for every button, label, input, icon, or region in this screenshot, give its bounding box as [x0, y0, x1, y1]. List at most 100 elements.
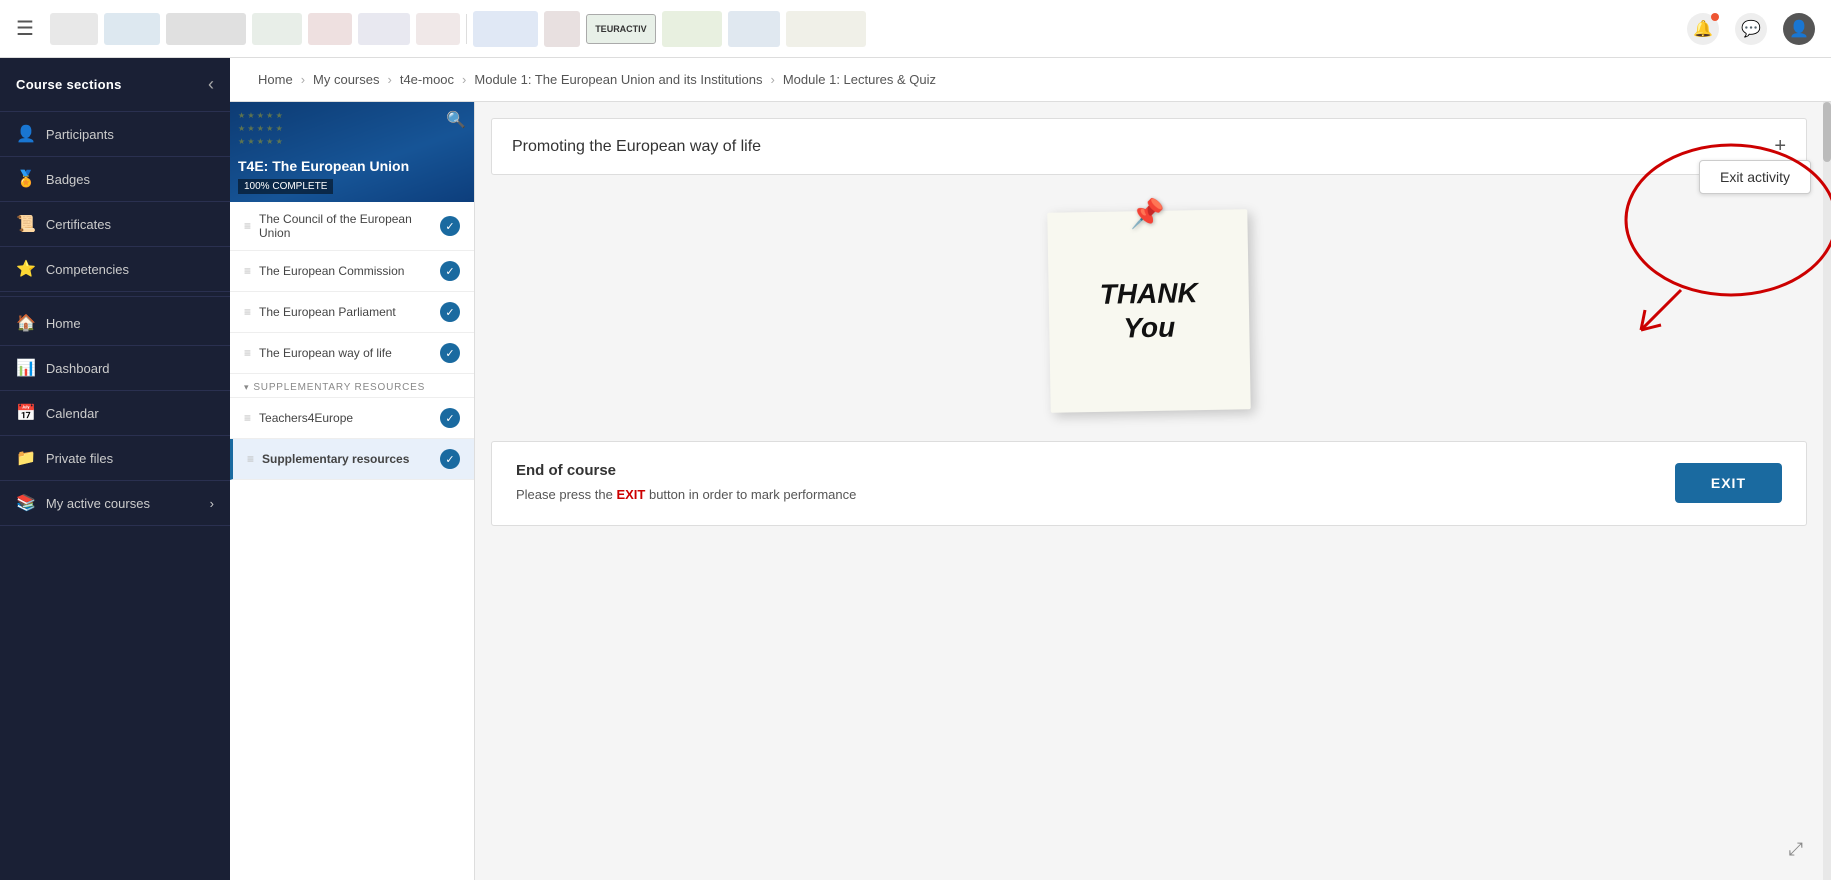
course-item-council-label: The Council of the European Union [259, 212, 432, 240]
supplementary-arrow: ▾ [244, 382, 249, 393]
drag-handle-1: ≡ [244, 219, 251, 233]
sidebar-item-competencies[interactable]: ⭐ Competencies [0, 247, 230, 292]
sidebar-title: Course sections [16, 77, 122, 92]
sidebar-header: Course sections ‹ [0, 58, 230, 112]
sidebar: Course sections ‹ 👤 Participants 🏅 Badge… [0, 58, 230, 880]
check-circle-1: ✓ [440, 216, 460, 236]
logo-learn [662, 11, 722, 47]
check-circle-6: ✓ [440, 449, 460, 469]
sidebar-item-calendar[interactable]: 📅 Calendar [0, 391, 230, 436]
logo-inst [786, 11, 866, 47]
sidebar-item-participants-label: Participants [46, 127, 114, 142]
course-thumbnail: ★ ★ ★ ★ ★★ ★ ★ ★ ★★ ★ ★ ★ ★ T4E: The Eur… [230, 102, 474, 202]
end-of-course-description: Please press the EXIT button in order to… [516, 485, 856, 505]
main-scroll: ★ ★ ★ ★ ★★ ★ ★ ★ ★★ ★ ★ ★ ★ T4E: The Eur… [230, 102, 1831, 880]
sidebar-item-active-courses-label: My active courses [46, 496, 150, 511]
expand-icon[interactable]: ⤢ [1789, 839, 1803, 860]
drag-handle-6: ≡ [247, 452, 254, 466]
sidebar-item-home[interactable]: 🏠 Home [0, 301, 230, 346]
supplementary-header: ▾ SUPPLEMENTARY RESOURCES [230, 374, 474, 398]
thank-you-card-area: 📌 THANKYou [475, 191, 1823, 431]
breadcrumb-module1[interactable]: Module 1: The European Union and its Ins… [466, 72, 770, 87]
course-item-parliament[interactable]: ≡ The European Parliament ✓ [230, 292, 474, 333]
check-circle-4: ✓ [440, 343, 460, 363]
course-title-thumbnail: T4E: The European Union [238, 157, 466, 175]
logo-4 [252, 13, 302, 45]
expand-area: ⤢ [475, 431, 1823, 441]
promoting-plus-btn[interactable]: + [1774, 135, 1786, 158]
supplementary-label-text: SUPPLEMENTARY RESOURCES [253, 382, 425, 393]
course-item-way-of-life[interactable]: ≡ The European way of life ✓ [230, 333, 474, 374]
course-nav-panel: ★ ★ ★ ★ ★★ ★ ★ ★ ★★ ★ ★ ★ ★ T4E: The Eur… [230, 102, 475, 880]
logo-6 [358, 13, 410, 45]
sidebar-item-participants[interactable]: 👤 Participants [0, 112, 230, 157]
end-of-course-prefix: Please press the [516, 487, 616, 502]
drag-handle-5: ≡ [244, 411, 251, 425]
chevron-right-icon: › [210, 496, 214, 511]
active-courses-icon: 📚 [16, 493, 36, 513]
drag-handle-4: ≡ [244, 346, 251, 360]
right-scrollbar-thumb[interactable] [1823, 102, 1831, 162]
exit-word: EXIT [616, 487, 645, 502]
course-thumbnail-overlay: T4E: The European Union 100% COMPLETE [230, 102, 474, 202]
header-actions: 🔔 💬 👤 [1687, 13, 1815, 45]
logo-1 [50, 13, 98, 45]
breadcrumb-my-courses[interactable]: My courses [305, 72, 387, 87]
competencies-icon: ⭐ [16, 259, 36, 279]
menu-icon[interactable]: ☰ [16, 16, 34, 41]
sidebar-item-certificates[interactable]: 📜 Certificates [0, 202, 230, 247]
breadcrumb-t4e-mooc[interactable]: t4e-mooc [392, 72, 462, 87]
course-item-way-of-life-label: The European way of life [259, 346, 432, 360]
sidebar-item-private-files-label: Private files [46, 451, 113, 466]
end-of-course-text: End of course Please press the EXIT butt… [516, 462, 856, 505]
promoting-title: Promoting the European way of life [512, 138, 761, 156]
logo-eu [728, 11, 780, 47]
sidebar-item-badges[interactable]: 🏅 Badges [0, 157, 230, 202]
exit-activity-area: Exit activity [1699, 160, 1811, 194]
breadcrumb-bar: Home › My courses › t4e-mooc › Module 1:… [230, 58, 1831, 102]
check-circle-5: ✓ [440, 408, 460, 428]
course-complete-badge: 100% COMPLETE [238, 179, 333, 194]
exit-button[interactable]: EXIT [1675, 463, 1782, 503]
notification-dot [1711, 13, 1719, 21]
content-area: Home › My courses › t4e-mooc › Module 1:… [230, 58, 1831, 880]
course-item-supplementary-label: Supplementary resources [262, 452, 432, 466]
logo-2 [104, 13, 160, 45]
breadcrumb-home[interactable]: Home [250, 72, 301, 87]
sidebar-item-active-courses-left: 📚 My active courses [16, 493, 150, 513]
drag-handle-3: ≡ [244, 305, 251, 319]
drag-handle-2: ≡ [244, 264, 251, 278]
chat-icon[interactable]: 💬 [1735, 13, 1767, 45]
private-files-icon: 📁 [16, 448, 36, 468]
logo-3 [166, 13, 246, 45]
sidebar-item-private-files[interactable]: 📁 Private files [0, 436, 230, 481]
sidebar-collapse-btn[interactable]: ‹ [208, 74, 214, 95]
course-item-council[interactable]: ≡ The Council of the European Union ✓ [230, 202, 474, 251]
right-scrollbar[interactable] [1823, 102, 1831, 880]
sidebar-item-certificates-label: Certificates [46, 217, 111, 232]
thank-you-text: THANKYou [1099, 277, 1198, 346]
avatar-icon[interactable]: 👤 [1783, 13, 1815, 45]
thank-you-card: 📌 THANKYou [1047, 209, 1250, 412]
course-item-supplementary[interactable]: ≡ Supplementary resources ✓ [230, 439, 474, 480]
course-item-teachers4europe[interactable]: ≡ Teachers4Europe ✓ [230, 398, 474, 439]
calendar-icon: 📅 [16, 403, 36, 423]
course-item-commission[interactable]: ≡ The European Commission ✓ [230, 251, 474, 292]
participants-icon: 👤 [16, 124, 36, 144]
right-content: Promoting the European way of life + 📌 T… [475, 102, 1823, 880]
sidebar-item-competencies-label: Competencies [46, 262, 129, 277]
sidebar-item-home-label: Home [46, 316, 81, 331]
teuractiv-logo: TEURACTIV [586, 14, 656, 44]
end-of-course-heading: End of course [516, 462, 856, 479]
bell-notification[interactable]: 🔔 [1687, 13, 1719, 45]
promoting-header: Promoting the European way of life + [491, 118, 1807, 175]
sidebar-item-dashboard[interactable]: 📊 Dashboard [0, 346, 230, 391]
sidebar-item-active-courses[interactable]: 📚 My active courses › [0, 481, 230, 526]
check-circle-3: ✓ [440, 302, 460, 322]
certificates-icon: 📜 [16, 214, 36, 234]
magnify-icon[interactable]: 🔍 [446, 110, 466, 130]
logo-5 [308, 13, 352, 45]
breadcrumb-lectures[interactable]: Module 1: Lectures & Quiz [775, 72, 944, 87]
home-icon: 🏠 [16, 313, 36, 333]
exit-activity-button[interactable]: Exit activity [1699, 160, 1811, 194]
